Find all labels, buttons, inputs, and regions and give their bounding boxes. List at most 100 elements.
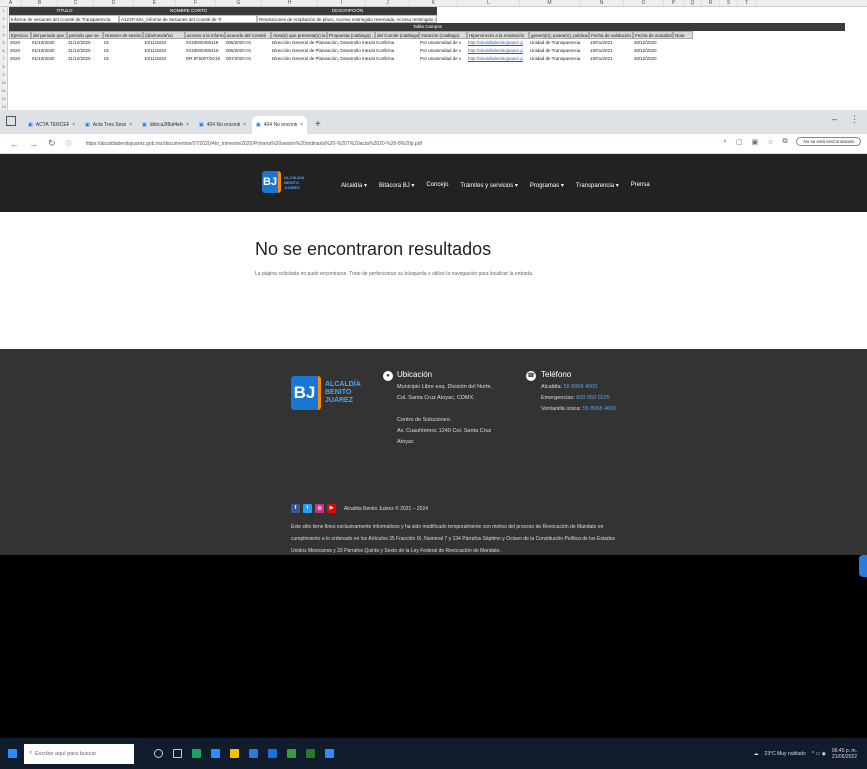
nav-item[interactable]: Bitácora BJ ▾	[379, 182, 414, 189]
field-header[interactable]: acuerdo del Comité	[225, 31, 271, 39]
tel-emergencias-link[interactable]: 800 050 0225	[576, 395, 610, 401]
table-cell[interactable]: Dirección General de Planeación, Desarro…	[271, 39, 375, 47]
browser-tab[interactable]: ▣404 No encontrado | Alcaldía B×	[252, 116, 307, 134]
row-header[interactable]: 4	[0, 31, 7, 39]
reader-icon[interactable]: ▢	[736, 138, 743, 146]
field-header[interactable]: Área(s) que presenta(n) la propuesta	[271, 31, 327, 39]
row-header[interactable]: 13	[0, 103, 7, 110]
favorites-icon[interactable]: ☆	[767, 138, 773, 146]
table-cell[interactable]: 10/11/2020	[143, 55, 185, 63]
column-header[interactable]: Q	[684, 0, 702, 6]
table-cell[interactable]: 007/2020-01	[225, 55, 271, 63]
minimize-button[interactable]: –	[832, 114, 837, 124]
column-header[interactable]: C	[58, 0, 94, 6]
edge-icon[interactable]	[192, 749, 201, 758]
column-header[interactable]: M	[520, 0, 580, 6]
table-cell[interactable]: Unidad de Transparencia	[529, 39, 589, 47]
footer-logo[interactable]: BJ ALCALDÍA BENITO JUÁREZ	[291, 376, 361, 410]
task-view-icon[interactable]	[173, 749, 182, 758]
row-header[interactable]: 9	[0, 71, 7, 79]
table-cell[interactable]: 0419000405119	[185, 39, 225, 47]
new-tab-button[interactable]: +	[309, 116, 327, 134]
tel-ventanilla-link[interactable]: 55 8958 4000	[583, 406, 617, 412]
forward-icon[interactable]: →	[29, 139, 38, 149]
titulo-value[interactable]: Informe de sesiones del Comité de Transp…	[9, 15, 119, 23]
zoom-icon[interactable]: ⌕	[723, 138, 727, 146]
row-header[interactable]: 10	[0, 79, 7, 87]
table-cell[interactable]: Por unanimidad de v	[419, 39, 467, 47]
reload-icon[interactable]: ↻	[48, 138, 56, 149]
excel2-icon[interactable]	[306, 749, 315, 758]
table-cell[interactable]: 01/10/2020	[31, 39, 67, 47]
column-header[interactable]: L	[458, 0, 520, 6]
youtube-icon[interactable]: ▶	[327, 504, 336, 513]
explorer-icon[interactable]	[211, 749, 220, 758]
profile-sync-button[interactable]: No se está sincronizando	[796, 137, 861, 146]
column-header[interactable]: K	[410, 0, 458, 6]
column-header[interactable]: D	[94, 0, 134, 6]
column-header[interactable]: O	[624, 0, 664, 6]
table-cell[interactable]: RR.IP.5007/2019	[185, 55, 225, 63]
column-header[interactable]: G	[216, 0, 262, 6]
tab-close-icon[interactable]: ×	[129, 116, 132, 134]
tray-icons[interactable]: ^ ▭ ◉	[812, 751, 826, 757]
folder-icon[interactable]	[230, 749, 239, 758]
table-cell[interactable]: 30/12/2020	[633, 47, 673, 55]
table-cell[interactable]: 15/01/2021	[589, 47, 633, 55]
column-header[interactable]: S	[720, 0, 738, 6]
table-cell[interactable]: 10/11/2020	[143, 39, 185, 47]
nav-item[interactable]: Concejo	[426, 182, 448, 189]
weather-text[interactable]: 23°C Muy nublado	[765, 751, 806, 757]
table-cell[interactable]: 15/01/2021	[589, 39, 633, 47]
clock[interactable]: 06:45 p. m. 21/06/2022	[832, 748, 857, 760]
table-cell[interactable]: Dirección General de Planeación, Desarro…	[271, 47, 375, 55]
site-logo[interactable]: BJ ALCALDÍA BENITO JUÁREZ	[262, 171, 304, 193]
field-header[interactable]: Hipervínculo a la resolución	[467, 31, 529, 39]
row-header[interactable]: 3	[0, 23, 7, 31]
instagram-icon[interactable]: ◎	[315, 504, 324, 513]
column-header[interactable]: B	[22, 0, 58, 6]
nombre-value[interactable]: A121Fr43A_Informe de Sesiones del Comité…	[119, 15, 257, 23]
row-header[interactable]: 8	[0, 63, 7, 71]
table-cell[interactable]: http://alcaldiabenitojuarez.g	[467, 47, 529, 55]
row-header[interactable]: 11	[0, 87, 7, 95]
table-cell[interactable]: http://alcaldiabenitojuarez.g	[467, 55, 529, 63]
field-header[interactable]: del Comité (catálogo)	[375, 31, 419, 39]
table-cell[interactable]: 005/2020-01	[225, 39, 271, 47]
tab-close-icon[interactable]: ×	[186, 116, 189, 134]
cortana-icon[interactable]	[154, 749, 163, 758]
table-cell[interactable]: Por unanimidad de v	[419, 55, 467, 63]
table-cell[interactable]: Unidad de Transparencia	[529, 55, 589, 63]
field-header[interactable]: (día/mes/año)	[143, 31, 185, 39]
field-header[interactable]: periodo que se	[67, 31, 103, 39]
table-cell[interactable]: http://alcaldiabenitojuarez.g	[467, 39, 529, 47]
field-header[interactable]: Ejercicio	[9, 31, 31, 39]
nav-item[interactable]: Transparencia ▾	[576, 182, 619, 189]
table-cell[interactable]: Confirma	[375, 55, 419, 63]
table-cell[interactable]: 01	[103, 39, 143, 47]
column-header[interactable]: N	[580, 0, 624, 6]
url-field[interactable]: https://alcaldiabenitojuarez.gob.mx/docu…	[86, 141, 486, 147]
nav-item[interactable]: Trámites y servicios ▾	[460, 182, 517, 189]
table-cell[interactable]: 31/12/2020	[67, 55, 103, 63]
table-cell[interactable]: 2020	[9, 47, 31, 55]
table-cell[interactable]: 2020	[9, 39, 31, 47]
table-cell[interactable]: 01	[103, 47, 143, 55]
nav-item[interactable]: Programas ▾	[530, 182, 564, 189]
field-header[interactable]: Número de sesión	[103, 31, 143, 39]
tab-close-icon[interactable]: ×	[243, 116, 246, 134]
descripcion-value[interactable]: Resoluciones de Ampliación de plazo, Acc…	[257, 15, 437, 23]
column-header[interactable]: E	[134, 0, 176, 6]
column-header[interactable]: J	[366, 0, 410, 6]
table-cell[interactable]: 2020	[9, 55, 31, 63]
column-header[interactable]: H	[262, 0, 318, 6]
field-header[interactable]: del periodo que	[31, 31, 67, 39]
start-button[interactable]	[0, 749, 24, 758]
browser-tab[interactable]: ▣404 No encontrado | Alcaldía B×	[195, 116, 250, 134]
lock-icon[interactable]: ⓘ	[66, 139, 72, 148]
store-icon[interactable]	[249, 749, 258, 758]
table-cell[interactable]: 01	[103, 55, 143, 63]
app-icon[interactable]	[325, 749, 334, 758]
table-cell[interactable]: 006/2020-01	[225, 47, 271, 55]
column-header[interactable]: R	[702, 0, 720, 6]
